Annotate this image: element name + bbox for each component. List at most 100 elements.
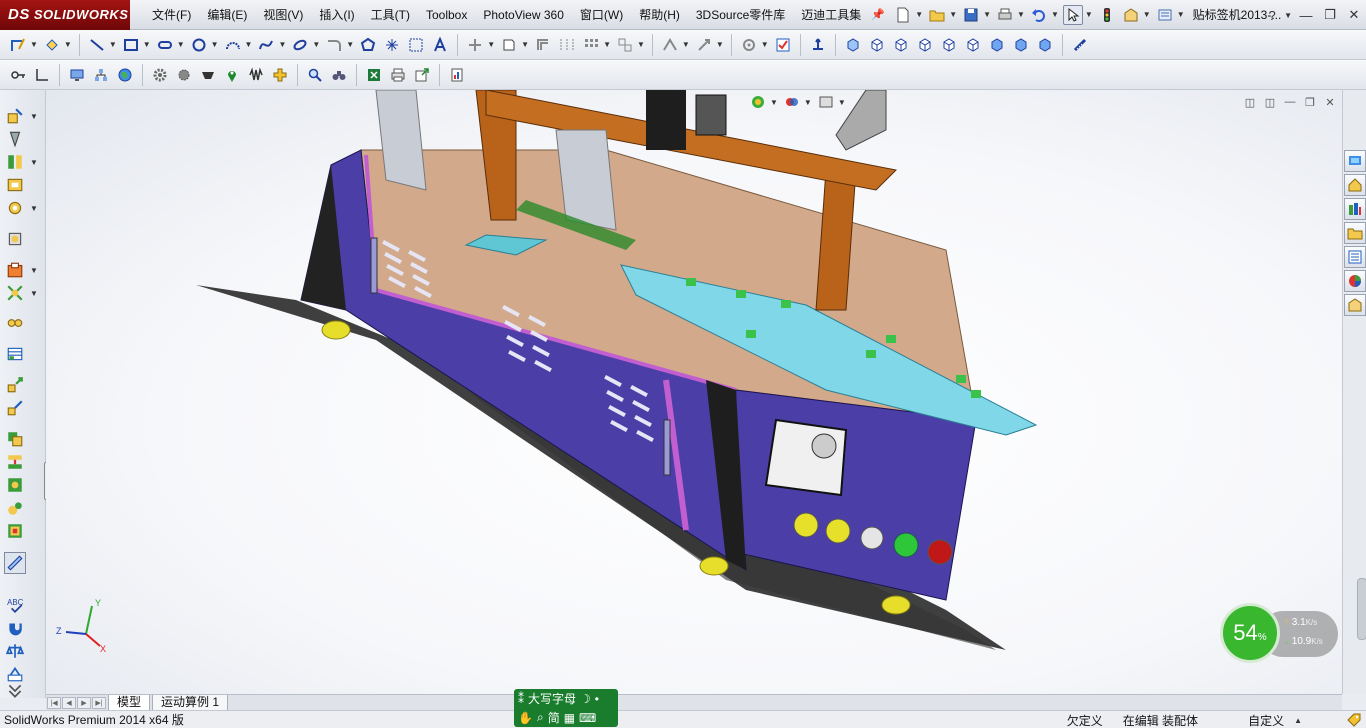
edit-component-icon[interactable]	[4, 105, 26, 127]
menu-3dsource[interactable]: 3DSource零件库	[688, 0, 793, 30]
view-isometric-icon[interactable]	[843, 35, 863, 55]
performance-evaluation-icon[interactable]	[4, 520, 26, 542]
appearance-icon[interactable]	[782, 92, 802, 112]
explode-line-sketch-icon[interactable]	[4, 397, 26, 419]
menu-toolbox[interactable]: Toolbox	[418, 0, 475, 30]
polygon-icon[interactable]	[358, 35, 378, 55]
slot-icon[interactable]	[155, 35, 175, 55]
arc-icon[interactable]	[223, 35, 243, 55]
clearance-verification-icon[interactable]	[4, 451, 26, 473]
ime-search-icon[interactable]: ⌕	[537, 710, 544, 725]
excel-icon[interactable]	[364, 65, 384, 85]
menu-file[interactable]: 文件(F)	[144, 0, 199, 30]
chevron-down-icon[interactable]: ▼	[603, 40, 611, 49]
smart-dimension-icon[interactable]	[42, 35, 62, 55]
balance-scale-icon[interactable]	[4, 640, 26, 662]
gear-settings-icon[interactable]	[174, 65, 194, 85]
move-component-icon[interactable]	[4, 197, 26, 219]
view-trimetric-icon[interactable]	[1011, 35, 1031, 55]
printer-icon[interactable]	[388, 65, 408, 85]
ime-widget[interactable]: ⁑ 大写字母 ☽ • ✋ ⌕ 简 ▦ ⌨	[514, 689, 618, 727]
view-bottom-icon[interactable]	[987, 35, 1007, 55]
ellipse-icon[interactable]	[290, 35, 310, 55]
text-icon[interactable]	[430, 35, 450, 55]
sketch-icon[interactable]	[8, 35, 28, 55]
open-folder-icon[interactable]	[927, 5, 947, 25]
file-explorer-icon[interactable]	[1344, 222, 1366, 244]
custom-properties-icon[interactable]	[1344, 294, 1366, 316]
ime-mode-label[interactable]: 简	[548, 709, 560, 726]
chevron-down-icon[interactable]: ▼	[1143, 10, 1151, 19]
location-pin-icon[interactable]	[222, 65, 242, 85]
vertical-scrollbar-thumb[interactable]	[1357, 578, 1366, 640]
minimize-button[interactable]: —	[1294, 4, 1318, 26]
next-tab-arrow-icon[interactable]: ▶	[77, 696, 91, 709]
menu-edit[interactable]: 编辑(E)	[199, 0, 255, 30]
chevron-down-icon[interactable]: ▼	[30, 289, 38, 298]
binoculars-icon[interactable]	[329, 65, 349, 85]
chevron-down-icon[interactable]: ▼	[838, 98, 846, 107]
offset-icon[interactable]	[533, 35, 553, 55]
quick-snaps-icon[interactable]	[694, 35, 714, 55]
display-relations-icon[interactable]	[660, 35, 680, 55]
prev-tab-arrow-icon[interactable]: ◀	[62, 696, 76, 709]
select-arrow-icon[interactable]	[1062, 4, 1083, 25]
menu-maidi[interactable]: 迈迪工具集	[793, 0, 869, 30]
chevron-down-icon[interactable]: ▼	[30, 40, 38, 49]
view-settings-icon[interactable]	[816, 92, 836, 112]
menu-view[interactable]: 视图(V)	[255, 0, 311, 30]
spring-icon[interactable]	[246, 65, 266, 85]
close-button[interactable]: ✕	[1342, 4, 1366, 26]
scene-icon[interactable]	[748, 92, 768, 112]
chevron-down-icon[interactable]: ▼	[949, 10, 957, 19]
fillet-icon[interactable]	[324, 35, 344, 55]
viewport-split-icon[interactable]: ◫	[1260, 94, 1280, 110]
menu-tools[interactable]: 工具(T)	[363, 0, 418, 30]
chevron-down-icon[interactable]: ▼	[1177, 10, 1185, 19]
view-top-icon[interactable]	[963, 35, 983, 55]
convert-entities-icon[interactable]	[499, 35, 519, 55]
view-palette-icon[interactable]	[1344, 246, 1366, 268]
key-icon[interactable]	[8, 65, 28, 85]
chevron-down-icon[interactable]: ▼	[761, 40, 769, 49]
bill-of-materials-icon[interactable]	[4, 343, 26, 365]
menu-photoview[interactable]: PhotoView 360	[475, 0, 572, 30]
chevron-down-icon[interactable]: ▼	[245, 40, 253, 49]
help-icon[interactable]: ?	[1260, 4, 1284, 26]
spell-check-icon[interactable]: ABC	[4, 594, 26, 616]
network-monitor[interactable]: ↑ 3.1K/s ↓ 10.9K/s 54%	[1220, 603, 1338, 663]
units-status[interactable]: 自定义	[1238, 712, 1294, 728]
first-tab-arrow-icon[interactable]: |◀	[47, 696, 61, 709]
bowl-icon[interactable]	[198, 65, 218, 85]
view-dimetric-icon[interactable]	[1035, 35, 1055, 55]
network-icon[interactable]	[91, 65, 111, 85]
chevron-down-icon[interactable]: ▼	[177, 40, 185, 49]
undo-icon[interactable]	[1029, 5, 1049, 25]
restore-button[interactable]: ❐	[1318, 4, 1342, 26]
instant3d-icon[interactable]	[4, 552, 26, 574]
menu-window[interactable]: 窗口(W)	[572, 0, 631, 30]
reference-geometry-icon[interactable]	[4, 282, 26, 304]
pin-icon[interactable]: 📌	[871, 8, 885, 21]
chevron-down-icon[interactable]: ▼	[770, 98, 778, 107]
appearances-icon[interactable]	[1344, 270, 1366, 292]
graphics-viewport[interactable]: ▼ ▼ ▼ ◫ ◫ — ❐ ✕ Y Z X	[46, 90, 1342, 694]
mate-icon[interactable]	[4, 151, 26, 173]
chevron-down-icon[interactable]: ▼	[915, 10, 923, 19]
viewport-split-icon[interactable]: ◫	[1240, 94, 1260, 110]
ime-moon-icon[interactable]: ☽	[580, 692, 591, 706]
file-properties-icon[interactable]	[1121, 5, 1141, 25]
traffic-light-icon[interactable]	[1097, 5, 1117, 25]
chevron-down-icon[interactable]: ▼	[64, 40, 72, 49]
solidworks-logo[interactable]: DS SOLIDWORKS	[0, 0, 130, 30]
viewport-close-button[interactable]: ✕	[1320, 94, 1340, 110]
measure-icon[interactable]	[1070, 35, 1090, 55]
chevron-down-icon[interactable]: ▼	[983, 10, 991, 19]
chevron-down-icon[interactable]: ▼	[30, 112, 38, 121]
globe-icon[interactable]	[115, 65, 135, 85]
chevron-down-icon[interactable]: ▼	[716, 40, 724, 49]
viewport-minimize-button[interactable]: —	[1280, 94, 1300, 110]
menu-insert[interactable]: 插入(I)	[311, 0, 362, 30]
view-right-icon[interactable]	[939, 35, 959, 55]
ime-grip-icon[interactable]: ⁑	[518, 692, 524, 706]
